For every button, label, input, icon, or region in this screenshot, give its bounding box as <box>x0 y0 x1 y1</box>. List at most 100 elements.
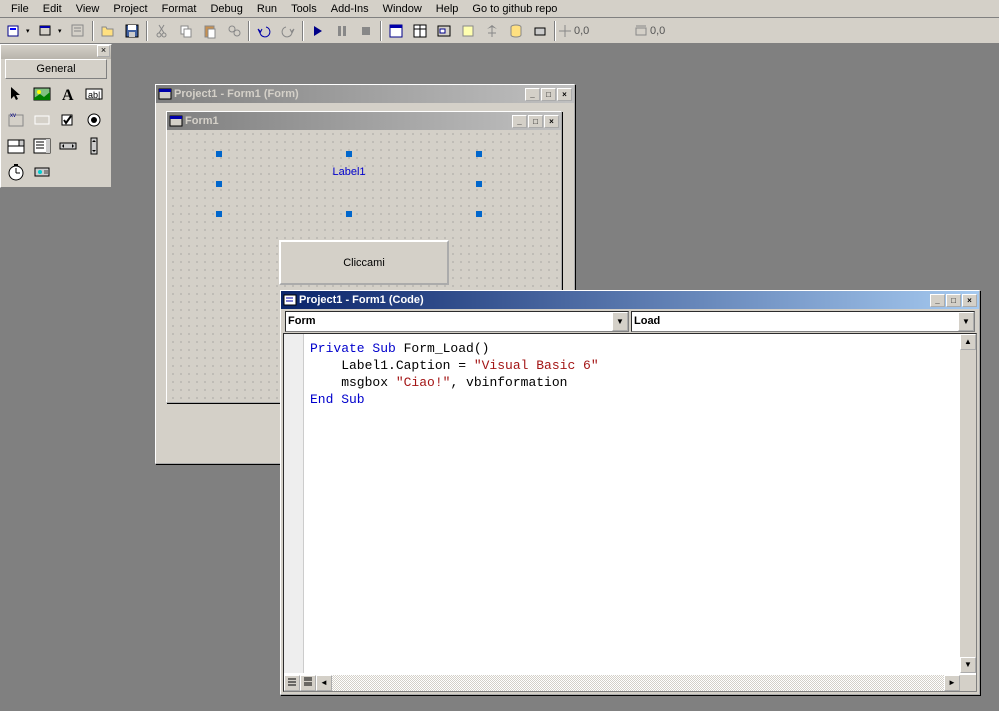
menu-edit[interactable]: Edit <box>36 1 69 17</box>
code-editor[interactable]: Private Sub Form_Load() Label1.Caption =… <box>283 333 977 692</box>
menu-run[interactable]: Run <box>250 1 284 17</box>
save-button[interactable] <box>121 20 143 42</box>
vscroll-down-button[interactable]: ▼ <box>960 657 976 673</box>
label1-caption: Label1 <box>332 166 365 178</box>
code-margin <box>284 334 304 673</box>
tool-picturebox[interactable] <box>29 81 55 107</box>
copy-button[interactable] <box>175 20 197 42</box>
menu-file[interactable]: File <box>4 1 36 17</box>
code-title: Project1 - Form1 (Code) <box>299 294 929 306</box>
designer-maximize-button[interactable]: □ <box>541 88 556 101</box>
menu-help[interactable]: Help <box>429 1 466 17</box>
menu-format[interactable]: Format <box>155 1 204 17</box>
tool-timer[interactable] <box>3 159 29 185</box>
hscroll-track[interactable] <box>332 675 944 691</box>
toolbox-panel: × General A ab| xv <box>0 44 112 188</box>
menu-debug[interactable]: Debug <box>203 1 249 17</box>
open-button[interactable] <box>97 20 119 42</box>
mdi-client-area: × General A ab| xv Project1 - Form1 (For… <box>0 44 999 711</box>
menu-tools[interactable]: Tools <box>284 1 324 17</box>
code-hscrollbar[interactable]: ◄ ► <box>284 675 976 691</box>
tool-pointer[interactable] <box>3 81 29 107</box>
menu-view[interactable]: View <box>69 1 107 17</box>
code-titlebar[interactable]: Project1 - Form1 (Code) _ □ × <box>281 291 979 309</box>
add-form-dropdown[interactable]: ▾ <box>58 27 66 35</box>
paste-button[interactable] <box>199 20 221 42</box>
tool-drivelistbox[interactable] <box>29 159 55 185</box>
menu-editor-button[interactable] <box>67 20 89 42</box>
form-icon <box>169 114 183 128</box>
form-icon <box>158 87 172 101</box>
code-vscrollbar[interactable]: ▲ ▼ <box>960 334 976 673</box>
project-explorer-button[interactable] <box>385 20 407 42</box>
procedure-combo-dropdown[interactable]: ▼ <box>958 312 974 331</box>
designer-close-button[interactable]: × <box>557 88 572 101</box>
tool-textbox[interactable]: ab| <box>81 81 107 107</box>
add-form-button[interactable] <box>35 20 57 42</box>
svg-text:A: A <box>62 87 74 104</box>
label1-control[interactable]: Label1 <box>219 154 479 214</box>
position-readout: 0,0 <box>574 25 634 37</box>
vscroll-up-button[interactable]: ▲ <box>960 334 976 350</box>
toolbox-tab-general[interactable]: General <box>5 59 107 79</box>
add-project-dropdown[interactable]: ▾ <box>26 27 34 35</box>
designer-titlebar[interactable]: Project1 - Form1 (Form) _ □ × <box>156 85 574 103</box>
object-combo-value: Form <box>288 315 316 327</box>
properties-button[interactable] <box>409 20 431 42</box>
svg-text:ab|: ab| <box>88 90 100 100</box>
code-minimize-button[interactable]: _ <box>930 294 945 307</box>
end-button[interactable] <box>355 20 377 42</box>
svg-text:xv: xv <box>10 113 16 119</box>
add-project-button[interactable] <box>3 20 25 42</box>
form-caption: Form1 <box>185 115 511 127</box>
start-button[interactable] <box>307 20 329 42</box>
size-readout: 0,0 <box>650 25 710 37</box>
cliccami-button-control[interactable]: Cliccami <box>279 240 449 285</box>
data-view-button[interactable] <box>505 20 527 42</box>
toolbox-button[interactable] <box>481 20 503 42</box>
code-maximize-button[interactable]: □ <box>946 294 961 307</box>
form-minimize-button[interactable]: _ <box>512 115 527 128</box>
tool-vscrollbar[interactable] <box>81 133 107 159</box>
break-button[interactable] <box>331 20 353 42</box>
object-combo-dropdown[interactable]: ▼ <box>612 312 628 331</box>
form-titlebar[interactable]: Form1 _ □ × <box>167 112 561 130</box>
toolbox-close-button[interactable]: × <box>97 45 110 57</box>
code-text[interactable]: Private Sub Form_Load() Label1.Caption =… <box>310 336 958 673</box>
tool-hscrollbar[interactable] <box>55 133 81 159</box>
component-button[interactable] <box>529 20 551 42</box>
tool-optionbutton[interactable] <box>81 107 107 133</box>
tool-combobox[interactable] <box>3 133 29 159</box>
menu-window[interactable]: Window <box>376 1 429 17</box>
procedure-view-button[interactable] <box>284 675 300 691</box>
form-layout-button[interactable] <box>433 20 455 42</box>
size-icon <box>634 24 648 38</box>
menu-project[interactable]: Project <box>106 1 154 17</box>
toolbox-titlebar[interactable]: × <box>1 45 111 59</box>
form-close-button[interactable]: × <box>544 115 559 128</box>
hscroll-right-button[interactable]: ► <box>944 675 960 691</box>
object-browser-button[interactable] <box>457 20 479 42</box>
code-close-button[interactable]: × <box>962 294 977 307</box>
tool-commandbutton[interactable] <box>29 107 55 133</box>
hscroll-left-button[interactable]: ◄ <box>316 675 332 691</box>
object-combo[interactable]: Form ▼ <box>285 311 629 332</box>
position-icon <box>558 24 572 38</box>
form-maximize-button[interactable]: □ <box>528 115 543 128</box>
procedure-combo[interactable]: Load ▼ <box>631 311 975 332</box>
tool-checkbox[interactable] <box>55 107 81 133</box>
code-icon <box>283 293 297 307</box>
procedure-combo-value: Load <box>634 315 660 327</box>
undo-button[interactable] <box>253 20 275 42</box>
menu-github[interactable]: Go to github repo <box>465 1 564 17</box>
cut-button[interactable] <box>151 20 173 42</box>
designer-minimize-button[interactable]: _ <box>525 88 540 101</box>
code-window[interactable]: Project1 - Form1 (Code) _ □ × Form ▼ Loa… <box>280 290 980 695</box>
tool-listbox[interactable] <box>29 133 55 159</box>
tool-label[interactable]: A <box>55 81 81 107</box>
redo-button[interactable] <box>277 20 299 42</box>
tool-frame[interactable]: xv <box>3 107 29 133</box>
find-button[interactable] <box>223 20 245 42</box>
full-module-view-button[interactable] <box>300 675 316 691</box>
menu-addins[interactable]: Add-Ins <box>324 1 376 17</box>
